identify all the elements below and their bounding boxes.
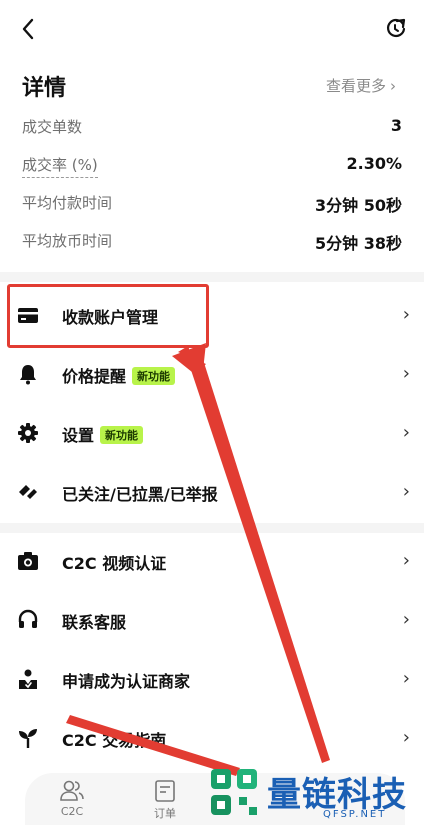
watermark-url: QFSP.NET: [323, 809, 387, 820]
menu-item-label: C2C 视频认证: [62, 554, 167, 573]
chevron-right-icon: ›: [402, 550, 410, 571]
menu-item-customer-service[interactable]: 联系客服 ›: [0, 591, 424, 650]
menu-item-video-verification[interactable]: C2C 视频认证 ›: [0, 532, 424, 591]
chevron-right-icon: ›: [402, 363, 410, 384]
chevron-left-icon[interactable]: [18, 16, 40, 42]
top-bar: [0, 0, 424, 58]
view-more-link[interactable]: 查看更多 ›: [326, 75, 396, 96]
menu-item-become-merchant[interactable]: 申请成为认证商家 ›: [0, 650, 424, 709]
chevron-right-icon: ›: [402, 304, 410, 325]
stat-row: 平均放币时间 5分钟 38秒: [22, 230, 402, 258]
section-divider: [0, 272, 424, 282]
details-title: 详情: [22, 76, 67, 101]
stat-label: 平均付款时间: [22, 194, 113, 212]
new-feature-badge: 新功能: [100, 425, 144, 444]
tab-label: 订单: [154, 807, 176, 820]
headset-icon: [18, 609, 38, 628]
tab-label: C2C: [60, 805, 84, 818]
stat-row: 平均付款时间 3分钟 50秒: [22, 192, 402, 220]
chevron-right-icon: ›: [402, 422, 410, 443]
stat-value: 3: [390, 116, 402, 135]
gear-icon: [18, 423, 38, 443]
menu-item-label: C2C 交易指南: [62, 731, 167, 750]
tab-c2c[interactable]: C2C: [47, 779, 97, 818]
menu-item-label-wrap: 价格提醒 新功能: [62, 363, 176, 387]
menu-item-price-alert[interactable]: 价格提醒 新功能 ›: [0, 345, 424, 404]
menu-item-label: 价格提醒: [62, 367, 127, 386]
stat-label: 成交单数: [22, 118, 83, 136]
stat-row: 成交单数 3: [22, 116, 402, 144]
stat-value: 5分钟 38秒: [315, 234, 402, 253]
menu-item-label-wrap: 设置 新功能: [62, 422, 144, 446]
menu-item-trading-guide[interactable]: C2C 交易指南 ›: [0, 709, 424, 768]
chevron-right-icon: ›: [402, 609, 410, 630]
chevron-right-icon: ›: [390, 77, 396, 95]
view-more-label: 查看更多: [325, 77, 386, 95]
watermark-logo: 量链科技 QFSP.NET: [205, 763, 424, 825]
menu-item-label: 申请成为认证商家: [62, 672, 191, 691]
menu-item-label: 联系客服: [62, 613, 127, 632]
stat-label: 平均放币时间: [22, 232, 113, 250]
menu-item-label: 设置: [62, 426, 95, 445]
tab-orders[interactable]: 订单: [140, 779, 190, 821]
menu-item-label: 已关注/已拉黑/已举报: [62, 485, 218, 504]
bell-icon: [20, 365, 36, 385]
stat-label[interactable]: 成交率 (%): [22, 154, 98, 178]
chevron-right-icon: ›: [402, 481, 410, 502]
stat-row: 成交率 (%) 2.30%: [22, 154, 402, 182]
refresh-icon[interactable]: [384, 16, 408, 40]
camera-icon: [18, 552, 38, 570]
stat-value: 3分钟 50秒: [315, 196, 402, 215]
order-icon: [155, 780, 175, 802]
stat-value: 2.30%: [346, 154, 402, 173]
qr-logo-icon: [211, 769, 257, 815]
new-feature-badge: 新功能: [132, 366, 176, 385]
chevron-right-icon: ›: [402, 668, 410, 689]
chevron-right-icon: ›: [402, 727, 410, 748]
users-icon: [60, 780, 84, 801]
annotation-highlight-box: [7, 284, 209, 348]
menu-item-settings[interactable]: 设置 新功能 ›: [0, 404, 424, 463]
merchant-icon: [19, 669, 37, 689]
tag-icon: [19, 485, 37, 499]
sprout-icon: [19, 729, 37, 748]
menu-item-follow-block-report[interactable]: 已关注/已拉黑/已举报 ›: [0, 463, 424, 522]
